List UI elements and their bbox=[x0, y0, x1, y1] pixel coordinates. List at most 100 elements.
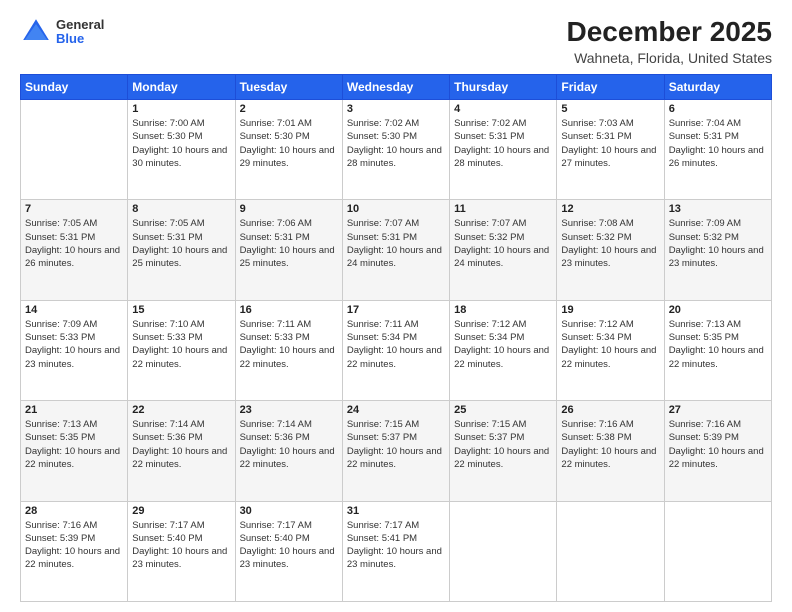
month-title: December 2025 bbox=[567, 16, 772, 48]
table-row bbox=[450, 501, 557, 601]
table-row: 21Sunrise: 7:13 AMSunset: 5:35 PMDayligh… bbox=[21, 401, 128, 501]
day-number: 11 bbox=[454, 203, 552, 215]
day-number: 13 bbox=[669, 203, 767, 215]
day-info: Sunrise: 7:09 AMSunset: 5:32 PMDaylight:… bbox=[669, 217, 767, 270]
title-block: December 2025 Wahneta, Florida, United S… bbox=[567, 16, 772, 66]
table-row: 15 Sunrise: 7:10 AMSunset: 5:33 PMDayligh… bbox=[128, 300, 235, 400]
day-info: Sunrise: 7:14 AMSunset: 5:36 PMDaylight:… bbox=[240, 418, 338, 471]
calendar-header-row: Sunday Monday Tuesday Wednesday Thursday… bbox=[21, 75, 772, 100]
day-number: 1 bbox=[132, 103, 230, 115]
calendar-week-row: 1Sunrise: 7:00 AMSunset: 5:30 PMDaylight… bbox=[21, 100, 772, 200]
day-info: Sunrise: 7:15 AMSunset: 5:37 PMDaylight:… bbox=[347, 418, 445, 471]
table-row: 8Sunrise: 7:05 AMSunset: 5:31 PMDaylight… bbox=[128, 200, 235, 300]
day-number: 23 bbox=[240, 404, 338, 416]
day-info: Sunrise: 7:08 AMSunset: 5:32 PMDaylight:… bbox=[561, 217, 659, 270]
table-row: 18 Sunrise: 7:12 AMSunset: 5:34 PMDayligh… bbox=[450, 300, 557, 400]
day-info: Sunrise: 7:12 AMSunset: 5:34 PMDaylight:… bbox=[561, 318, 659, 371]
day-info: Sunrise: 7:05 AMSunset: 5:31 PMDaylight:… bbox=[132, 217, 230, 270]
day-info: Sunrise: 7:15 AMSunset: 5:37 PMDaylight:… bbox=[454, 418, 552, 471]
day-number: 27 bbox=[669, 404, 767, 416]
day-number: 15 bbox=[132, 304, 230, 316]
day-number: 10 bbox=[347, 203, 445, 215]
table-row: 1Sunrise: 7:00 AMSunset: 5:30 PMDaylight… bbox=[128, 100, 235, 200]
day-number: 3 bbox=[347, 103, 445, 115]
day-number: 18 bbox=[454, 304, 552, 316]
col-sunday: Sunday bbox=[21, 75, 128, 100]
table-row: 28Sunrise: 7:16 AMSunset: 5:39 PMDayligh… bbox=[21, 501, 128, 601]
col-wednesday: Wednesday bbox=[342, 75, 449, 100]
day-number: 29 bbox=[132, 505, 230, 517]
day-info: Sunrise: 7:06 AMSunset: 5:31 PMDaylight:… bbox=[240, 217, 338, 270]
day-info: Sunrise: 7:17 AMSunset: 5:41 PMDaylight:… bbox=[347, 519, 445, 572]
col-thursday: Thursday bbox=[450, 75, 557, 100]
day-info: Sunrise: 7:02 AMSunset: 5:30 PMDaylight:… bbox=[347, 117, 445, 170]
table-row: 17 Sunrise: 7:11 AMSunset: 5:34 PMDayligh… bbox=[342, 300, 449, 400]
table-row bbox=[557, 501, 664, 601]
day-info: Sunrise: 7:03 AMSunset: 5:31 PMDaylight:… bbox=[561, 117, 659, 170]
day-number: 24 bbox=[347, 404, 445, 416]
header: General Blue December 2025 Wahneta, Flor… bbox=[20, 16, 772, 66]
day-info: Sunrise: 7:13 AMSunset: 5:35 PMDaylight:… bbox=[669, 318, 767, 371]
table-row: 10Sunrise: 7:07 AMSunset: 5:31 PMDayligh… bbox=[342, 200, 449, 300]
day-info: Sunrise: 7:05 AMSunset: 5:31 PMDaylight:… bbox=[25, 217, 123, 270]
table-row: 14 Sunrise: 7:09 AMSunset: 5:33 PMDayligh… bbox=[21, 300, 128, 400]
page: General Blue December 2025 Wahneta, Flor… bbox=[0, 0, 792, 612]
day-number: 25 bbox=[454, 404, 552, 416]
col-friday: Friday bbox=[557, 75, 664, 100]
table-row: 16 Sunrise: 7:11 AMSunset: 5:33 PMDayligh… bbox=[235, 300, 342, 400]
table-row: 6 Sunrise: 7:04 AMSunset: 5:31 PMDaylight… bbox=[664, 100, 771, 200]
table-row: 27 Sunrise: 7:16 AMSunset: 5:39 PMDayligh… bbox=[664, 401, 771, 501]
table-row: 4Sunrise: 7:02 AMSunset: 5:31 PMDaylight… bbox=[450, 100, 557, 200]
day-info: Sunrise: 7:17 AMSunset: 5:40 PMDaylight:… bbox=[240, 519, 338, 572]
day-number: 31 bbox=[347, 505, 445, 517]
table-row: 2Sunrise: 7:01 AMSunset: 5:30 PMDaylight… bbox=[235, 100, 342, 200]
day-info: Sunrise: 7:14 AMSunset: 5:36 PMDaylight:… bbox=[132, 418, 230, 471]
day-number: 14 bbox=[25, 304, 123, 316]
day-number: 16 bbox=[240, 304, 338, 316]
day-number: 26 bbox=[561, 404, 659, 416]
day-number: 5 bbox=[561, 103, 659, 115]
calendar-week-row: 14 Sunrise: 7:09 AMSunset: 5:33 PMDayligh… bbox=[21, 300, 772, 400]
location: Wahneta, Florida, United States bbox=[567, 50, 772, 66]
table-row: 13 Sunrise: 7:09 AMSunset: 5:32 PMDayligh… bbox=[664, 200, 771, 300]
logo-blue: Blue bbox=[56, 32, 104, 46]
day-number: 30 bbox=[240, 505, 338, 517]
day-info: Sunrise: 7:16 AMSunset: 5:39 PMDaylight:… bbox=[669, 418, 767, 471]
day-number: 12 bbox=[561, 203, 659, 215]
table-row: 30 Sunrise: 7:17 AMSunset: 5:40 PMDayligh… bbox=[235, 501, 342, 601]
day-number: 21 bbox=[25, 404, 123, 416]
day-info: Sunrise: 7:11 AMSunset: 5:33 PMDaylight:… bbox=[240, 318, 338, 371]
day-info: Sunrise: 7:12 AMSunset: 5:34 PMDaylight:… bbox=[454, 318, 552, 371]
table-row: 9 Sunrise: 7:06 AMSunset: 5:31 PMDaylight… bbox=[235, 200, 342, 300]
day-number: 17 bbox=[347, 304, 445, 316]
logo-icon bbox=[20, 16, 52, 48]
table-row: 25 Sunrise: 7:15 AMSunset: 5:37 PMDayligh… bbox=[450, 401, 557, 501]
day-info: Sunrise: 7:04 AMSunset: 5:31 PMDaylight:… bbox=[669, 117, 767, 170]
calendar-table: Sunday Monday Tuesday Wednesday Thursday… bbox=[20, 74, 772, 602]
day-number: 7 bbox=[25, 203, 123, 215]
logo-text: General Blue bbox=[56, 18, 104, 47]
day-number: 9 bbox=[240, 203, 338, 215]
logo: General Blue bbox=[20, 16, 104, 48]
table-row: 26Sunrise: 7:16 AMSunset: 5:38 PMDayligh… bbox=[557, 401, 664, 501]
day-info: Sunrise: 7:10 AMSunset: 5:33 PMDaylight:… bbox=[132, 318, 230, 371]
table-row: 12 Sunrise: 7:08 AMSunset: 5:32 PMDayligh… bbox=[557, 200, 664, 300]
calendar-week-row: 7 Sunrise: 7:05 AMSunset: 5:31 PMDaylight… bbox=[21, 200, 772, 300]
day-number: 19 bbox=[561, 304, 659, 316]
day-info: Sunrise: 7:11 AMSunset: 5:34 PMDaylight:… bbox=[347, 318, 445, 371]
table-row bbox=[21, 100, 128, 200]
day-number: 28 bbox=[25, 505, 123, 517]
day-number: 2 bbox=[240, 103, 338, 115]
day-number: 6 bbox=[669, 103, 767, 115]
table-row: 20Sunrise: 7:13 AMSunset: 5:35 PMDayligh… bbox=[664, 300, 771, 400]
table-row: 7 Sunrise: 7:05 AMSunset: 5:31 PMDaylight… bbox=[21, 200, 128, 300]
table-row: 5 Sunrise: 7:03 AMSunset: 5:31 PMDaylight… bbox=[557, 100, 664, 200]
col-monday: Monday bbox=[128, 75, 235, 100]
table-row: 31 Sunrise: 7:17 AMSunset: 5:41 PMDayligh… bbox=[342, 501, 449, 601]
table-row: 11Sunrise: 7:07 AMSunset: 5:32 PMDayligh… bbox=[450, 200, 557, 300]
table-row: 24 Sunrise: 7:15 AMSunset: 5:37 PMDayligh… bbox=[342, 401, 449, 501]
day-info: Sunrise: 7:09 AMSunset: 5:33 PMDaylight:… bbox=[25, 318, 123, 371]
day-info: Sunrise: 7:02 AMSunset: 5:31 PMDaylight:… bbox=[454, 117, 552, 170]
table-row: 23 Sunrise: 7:14 AMSunset: 5:36 PMDayligh… bbox=[235, 401, 342, 501]
table-row: 29Sunrise: 7:17 AMSunset: 5:40 PMDayligh… bbox=[128, 501, 235, 601]
